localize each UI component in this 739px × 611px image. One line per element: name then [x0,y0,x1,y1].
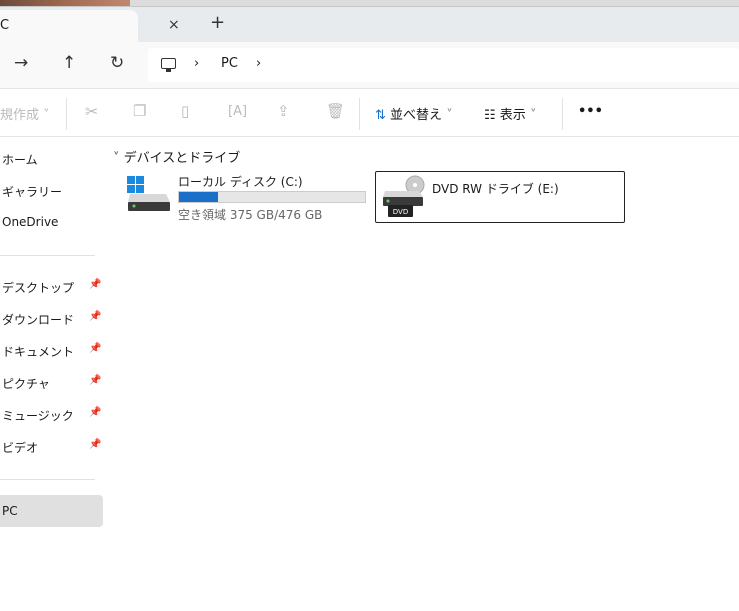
chevron-down-icon: ˅ [113,151,120,166]
pin-icon: 📌 [89,407,102,418]
pin-icon: 📌 [89,439,102,450]
command-bar: 規作成 ˅ ✂ ❐ ▯ [A] ⇪ 🗑 ⇅ 並べ替え ˅ ☷ 表示 ˅ ••• [0,90,739,137]
chevron-right-icon: › [194,56,200,71]
refresh-button[interactable]: ↻ [110,53,124,73]
view-button[interactable]: ☷ 表示 ˅ [484,104,536,123]
tab-title: C [0,18,10,33]
share-icon[interactable]: ⇪ [277,102,290,120]
toolbar-divider [359,98,360,130]
cut-icon[interactable]: ✂ [85,102,98,121]
view-button-label: 表示 [499,108,526,123]
pin-icon: 📌 [89,343,102,354]
sidebar-item-pc[interactable]: PC [0,495,103,527]
sidebar-item-music[interactable]: ミュージック 📌 [0,399,103,429]
new-button-label: 規作成 [0,108,40,123]
address-bar[interactable]: › PC › [148,48,739,82]
pin-icon: 📌 [89,279,102,290]
sidebar-item-label: PC [2,504,18,518]
dvd-drive-icon: DVD [383,175,425,217]
sidebar-item-label: ホーム [2,153,38,167]
new-button[interactable]: 規作成 ˅ [0,104,50,123]
local-disk-icon [127,176,170,211]
up-button[interactable]: ↑ [62,53,76,73]
more-options-button[interactable]: ••• [578,104,603,119]
sidebar-item-label: ダウンロード [2,313,75,327]
rename-icon[interactable]: [A] [228,104,247,119]
drive-e[interactable]: DVD DVD RW ドライブ (E:) [375,171,625,223]
new-tab-button[interactable]: + [210,12,225,33]
pin-icon: 📌 [89,311,102,322]
sidebar-item-pictures[interactable]: ピクチャ 📌 [0,367,103,397]
chevron-down-icon: ˅ [446,108,453,123]
sidebar-item-onedrive[interactable]: OneDrive [0,207,103,237]
delete-icon[interactable]: 🗑 [326,102,345,120]
sidebar-item-downloads[interactable]: ダウンロード 📌 [0,303,103,333]
sidebar-item-documents[interactable]: ドキュメント 📌 [0,335,103,365]
group-header-devices[interactable]: ˅ デバイスとドライブ [113,147,240,166]
drive-c-usage-fill [179,192,219,202]
pin-icon: 📌 [89,375,102,386]
drive-c-usage-bar [178,191,366,203]
paste-icon[interactable]: ▯ [181,102,189,120]
sidebar-item-label: デスクトップ [2,281,75,295]
sidebar-item-home[interactable]: ホーム [0,143,103,173]
drive-free-space: 空き領域 375 GB/476 GB [178,208,323,222]
tab-pc[interactable]: C [0,10,138,43]
navigation-bar: → ↑ ↻ › PC › [0,42,739,89]
view-icon: ☷ [484,108,496,123]
chevron-down-icon: ˅ [43,108,50,123]
drive-name: DVD RW ドライブ (E:) [432,182,559,196]
sidebar-item-gallery[interactable]: ギャラリー [0,175,103,205]
computer-icon [161,58,176,72]
forward-button[interactable]: → [14,53,28,73]
sort-button-label: 並べ替え [390,108,443,123]
sort-icon: ⇅ [375,108,386,123]
group-header-label: デバイスとドライブ [123,151,241,166]
chevron-right-icon[interactable]: › [256,56,261,71]
sort-button[interactable]: ⇅ 並べ替え ˅ [375,104,453,123]
tab-bar: C × + [0,6,739,43]
sidebar-item-label: ビデオ [2,441,39,455]
toolbar-divider [66,98,67,130]
sidebar-item-label: ミュージック [2,409,74,423]
sidebar-item-videos[interactable]: ビデオ 📌 [0,431,103,461]
sidebar-item-label: ドキュメント [2,345,75,359]
navigation-pane: ホーム ギャラリー OneDrive デスクトップ 📌 ダウンロード 📌 ドキュメン… [0,137,104,611]
sidebar-item-label: ギャラリー [2,185,63,199]
dvd-badge: DVD [393,208,408,216]
copy-icon[interactable]: ❐ [133,102,146,120]
sidebar-item-label: ピクチャ [2,377,50,391]
sidebar-divider [0,479,95,480]
sidebar-item-label: OneDrive [2,215,59,229]
sidebar-item-desktop[interactable]: デスクトップ 📌 [0,271,103,301]
breadcrumb-pc[interactable]: PC [221,56,238,71]
toolbar-divider [562,98,563,130]
chevron-down-icon: ˅ [529,108,537,123]
drive-name: ローカル ディスク (C:) [178,175,303,189]
sidebar-divider [0,255,95,256]
close-tab-icon[interactable]: × [168,17,180,33]
